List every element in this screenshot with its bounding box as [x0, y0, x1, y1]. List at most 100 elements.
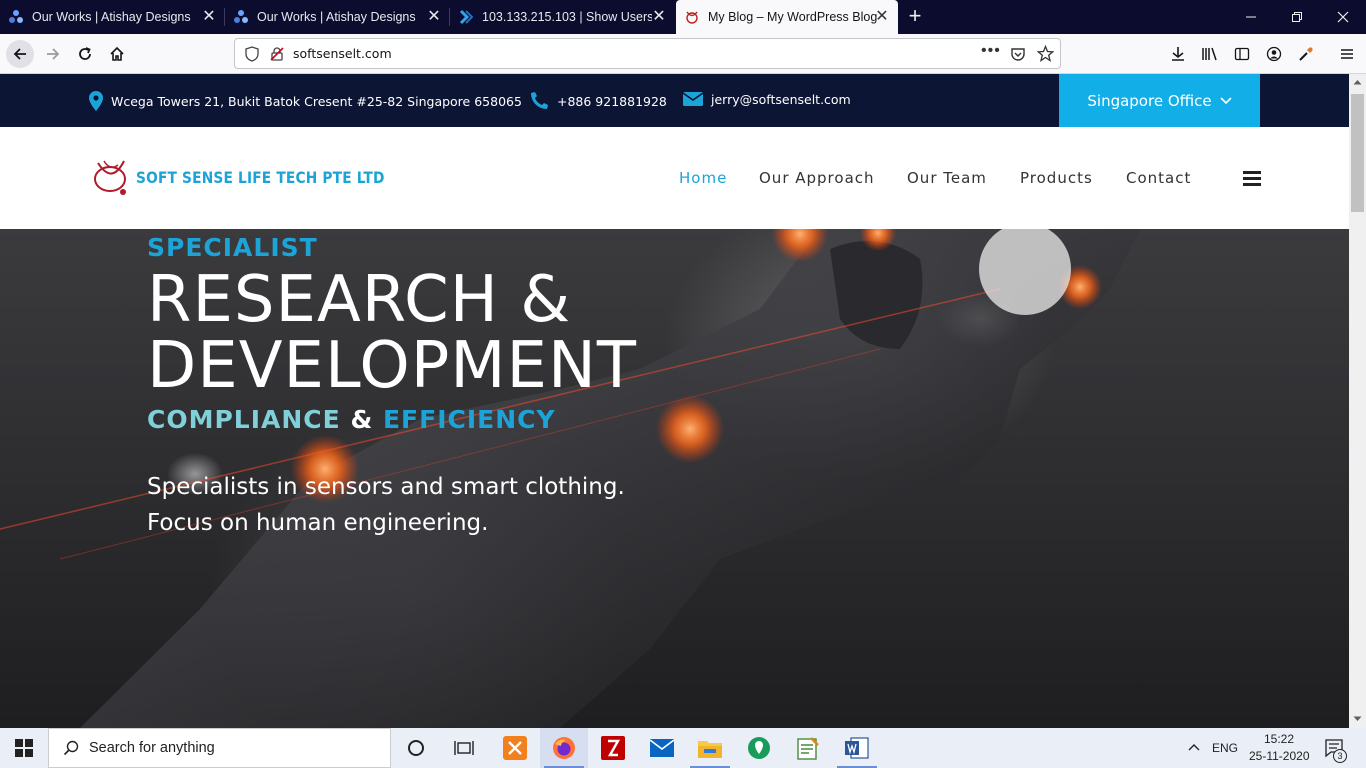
office-button-label: Singapore Office	[1087, 91, 1212, 110]
scroll-up-icon[interactable]	[1353, 79, 1362, 85]
notepad-icon	[797, 737, 819, 760]
filezilla-app[interactable]	[589, 728, 637, 768]
close-icon[interactable]: ✕	[651, 9, 667, 25]
arrow-right-icon	[47, 48, 60, 60]
task-view-button[interactable]	[440, 728, 488, 768]
word-app[interactable]	[833, 728, 881, 768]
back-button[interactable]	[6, 40, 34, 68]
browser-toolbar: softsenselt.com •••	[0, 34, 1366, 74]
page-actions-icon[interactable]: •••	[981, 42, 1001, 60]
minimize-button[interactable]	[1228, 0, 1274, 34]
office-dropdown-button[interactable]: Singapore Office	[1059, 74, 1260, 127]
menu-contact[interactable]: Contact	[1126, 169, 1191, 187]
close-icon[interactable]: ✕	[201, 9, 217, 25]
arrow-left-icon	[13, 48, 26, 60]
web-page: Wcega Towers 21, Bukit Batok Cresent #25…	[0, 74, 1349, 728]
menu-products[interactable]: Products	[1020, 169, 1093, 187]
close-icon[interactable]: ✕	[426, 9, 442, 25]
chevron-up-icon[interactable]	[1188, 743, 1200, 751]
account-button[interactable]	[1260, 40, 1288, 68]
menu-our-team[interactable]: Our Team	[907, 169, 987, 187]
chevron-down-icon	[1220, 96, 1232, 104]
mail-icon	[650, 739, 674, 757]
maps-app[interactable]	[735, 728, 783, 768]
hamburger-menu-icon[interactable]	[1243, 171, 1261, 186]
restore-icon	[1292, 12, 1302, 22]
forward-button[interactable]	[39, 40, 67, 68]
bookmark-star-icon[interactable]	[1037, 45, 1054, 62]
windows-taskbar: Search for anything ENG 15:22 25-11-2020…	[0, 728, 1366, 768]
home-button[interactable]	[103, 40, 131, 68]
search-placeholder: Search for anything	[89, 740, 215, 756]
scrollbar-thumb[interactable]	[1351, 94, 1364, 212]
reload-button[interactable]	[71, 40, 99, 68]
clock-date[interactable]: 25-11-2020	[1249, 749, 1310, 763]
xampp-icon	[503, 736, 527, 760]
start-button[interactable]	[0, 728, 48, 768]
page-scrollbar[interactable]	[1349, 74, 1366, 728]
hero-kicker: SPECIALIST	[147, 233, 318, 262]
scroll-down-icon[interactable]	[1353, 716, 1362, 722]
task-view-icon	[454, 741, 474, 755]
clock-time[interactable]: 15:22	[1264, 732, 1294, 746]
eyedropper-icon	[1299, 47, 1313, 61]
notepad-app[interactable]	[784, 728, 832, 768]
site-logo[interactable]: SOFT SENSE LIFE TECH PTE LTD	[90, 157, 425, 197]
url-bar[interactable]: softsenselt.com •••	[234, 38, 1061, 69]
atishay-icon	[8, 9, 24, 25]
hero-subheadline: COMPLIANCE & EFFICIENCY	[147, 405, 556, 434]
pocket-icon[interactable]	[1010, 46, 1026, 62]
close-icon[interactable]: ✕	[874, 9, 890, 25]
browser-tab[interactable]: Our Works | Atishay Designs ✕	[0, 0, 225, 34]
shield-icon[interactable]	[245, 46, 259, 62]
new-tab-button[interactable]: +	[904, 5, 926, 28]
file-explorer-app[interactable]	[686, 728, 734, 768]
language-indicator[interactable]: ENG	[1212, 741, 1238, 755]
contact-topbar: Wcega Towers 21, Bukit Batok Cresent #25…	[0, 74, 1349, 127]
phpmyadmin-icon	[458, 9, 474, 25]
browser-tab[interactable]: 103.133.215.103 | Show Users | D ✕	[450, 0, 675, 34]
minimize-icon	[1246, 16, 1256, 18]
download-icon	[1172, 47, 1184, 61]
hero-paragraph-line1: Specialists in sensors and smart clothin…	[147, 474, 625, 500]
menu-button[interactable]	[1333, 40, 1361, 68]
system-tray: ENG 15:22 25-11-2020 3	[1180, 728, 1366, 768]
account-icon	[1266, 46, 1282, 62]
phone-item[interactable]: +886 921881928	[529, 91, 667, 111]
insecure-lock-icon[interactable]	[269, 46, 285, 62]
sidebar-button[interactable]	[1228, 40, 1256, 68]
hamburger-menu-icon	[1341, 49, 1353, 59]
envelope-icon	[683, 92, 703, 106]
tab-title: 103.133.215.103 | Show Users | D	[482, 10, 652, 24]
url-text[interactable]: softsenselt.com	[293, 46, 392, 61]
email-item[interactable]: jerry@softsenselt.com	[683, 91, 851, 107]
cortana-button[interactable]	[392, 728, 440, 768]
home-icon	[110, 46, 124, 61]
logo-text: SOFT SENSE LIFE TECH PTE LTD	[136, 167, 385, 187]
word-icon	[845, 737, 869, 759]
phone-text[interactable]: +886 921881928	[557, 94, 667, 109]
downloads-button[interactable]	[1164, 40, 1192, 68]
hero-paragraph-line2: Focus on human engineering.	[147, 510, 489, 536]
folder-icon	[698, 741, 722, 758]
map-pin-icon	[89, 91, 103, 111]
eyedropper-button[interactable]	[1292, 40, 1320, 68]
restore-button[interactable]	[1274, 0, 1320, 34]
menu-our-approach[interactable]: Our Approach	[759, 169, 875, 187]
browser-tab-active[interactable]: My Blog – My WordPress Blog ✕	[676, 0, 898, 34]
menu-home[interactable]: Home	[679, 169, 727, 187]
email-text[interactable]: jerry@softsenselt.com	[711, 92, 851, 107]
close-icon	[1337, 11, 1349, 23]
browser-tab[interactable]: Our Works | Atishay Designs ✕	[225, 0, 450, 34]
atishay-icon	[233, 9, 249, 25]
mail-app[interactable]	[638, 728, 686, 768]
hero-headline-line1: RESEARCH &	[147, 263, 572, 337]
firefox-app[interactable]	[540, 728, 588, 768]
taskbar-search-box[interactable]: Search for anything	[48, 728, 391, 768]
hero-sub-efficiency: EFFICIENCY	[382, 405, 556, 434]
xampp-app[interactable]	[491, 728, 539, 768]
browser-tab-bar: Our Works | Atishay Designs ✕ Our Works …	[0, 0, 1366, 34]
library-button[interactable]	[1196, 40, 1224, 68]
close-window-button[interactable]	[1320, 0, 1366, 34]
tab-title: Our Works | Atishay Designs	[257, 10, 416, 24]
